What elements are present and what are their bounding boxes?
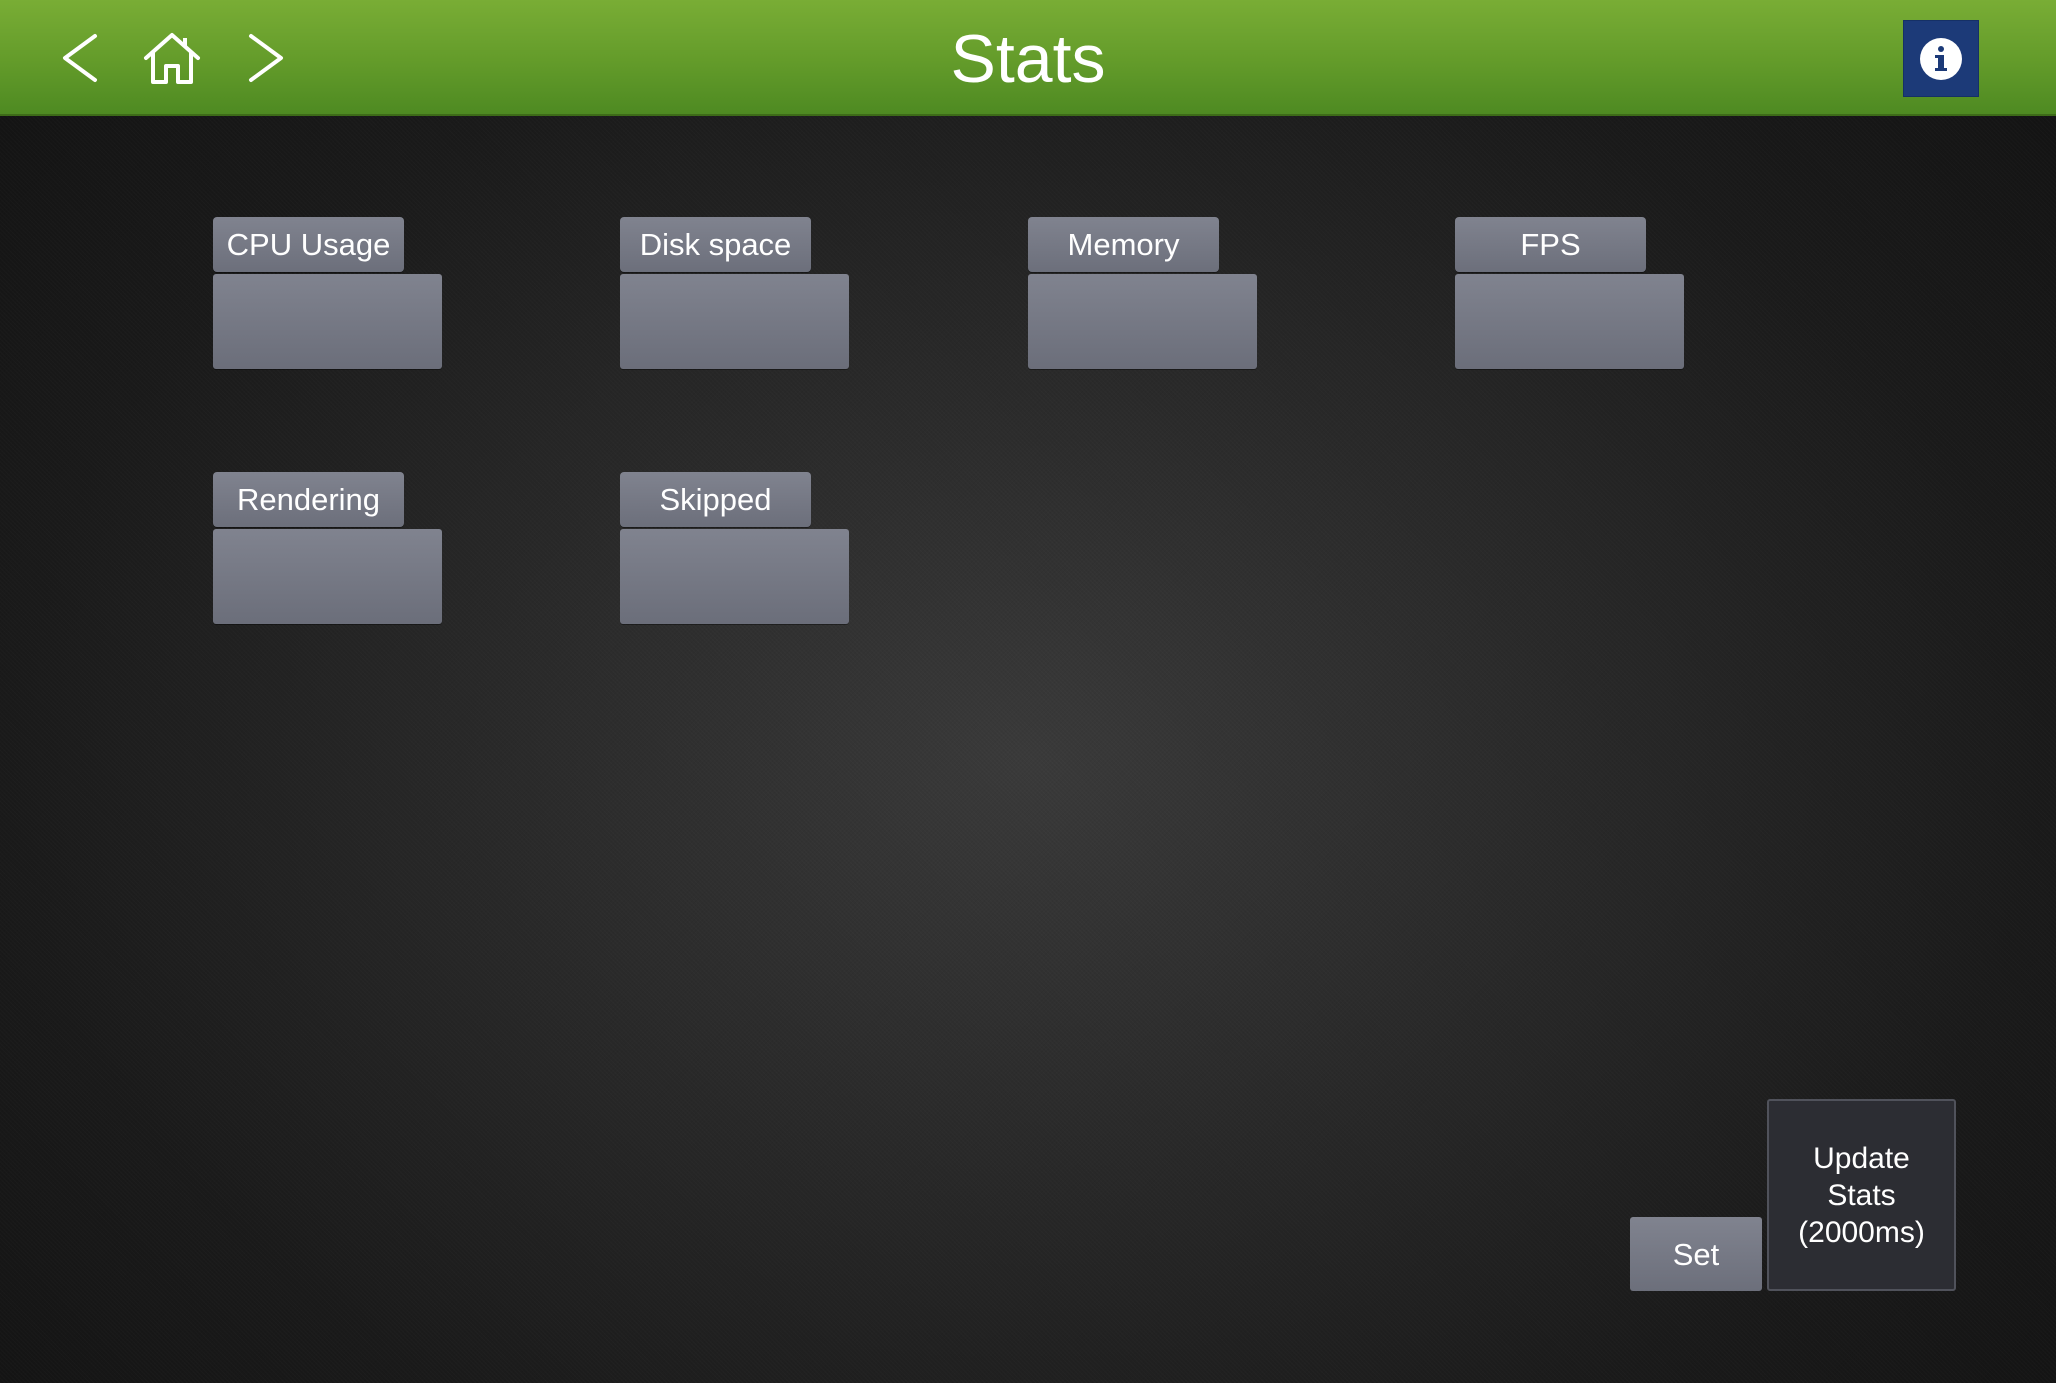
page-title: Stats <box>950 21 1106 97</box>
top-bar: Stats <box>0 0 2056 116</box>
info-button[interactable] <box>1903 20 1979 97</box>
skipped-label: Skipped <box>620 472 811 527</box>
update-stats-line2: Stats <box>1827 1178 1896 1212</box>
rendering-value <box>213 529 442 624</box>
rendering-label: Rendering <box>213 472 404 527</box>
memory-label: Memory <box>1028 217 1219 272</box>
update-stats-button[interactable]: Update Stats (2000ms) <box>1767 1099 1956 1291</box>
disk-space-value <box>620 274 849 369</box>
update-stats-line1: Update <box>1813 1141 1910 1175</box>
skipped-value <box>620 529 849 624</box>
set-button[interactable]: Set <box>1630 1217 1762 1291</box>
fps-label: FPS <box>1455 217 1646 272</box>
info-icon <box>1920 37 1962 80</box>
memory-value <box>1028 274 1257 369</box>
cpu-usage-value <box>213 274 442 369</box>
fps-value <box>1455 274 1684 369</box>
cpu-usage-label: CPU Usage <box>213 217 404 272</box>
disk-space-label: Disk space <box>620 217 811 272</box>
update-stats-line3: (2000ms) <box>1798 1215 1925 1249</box>
